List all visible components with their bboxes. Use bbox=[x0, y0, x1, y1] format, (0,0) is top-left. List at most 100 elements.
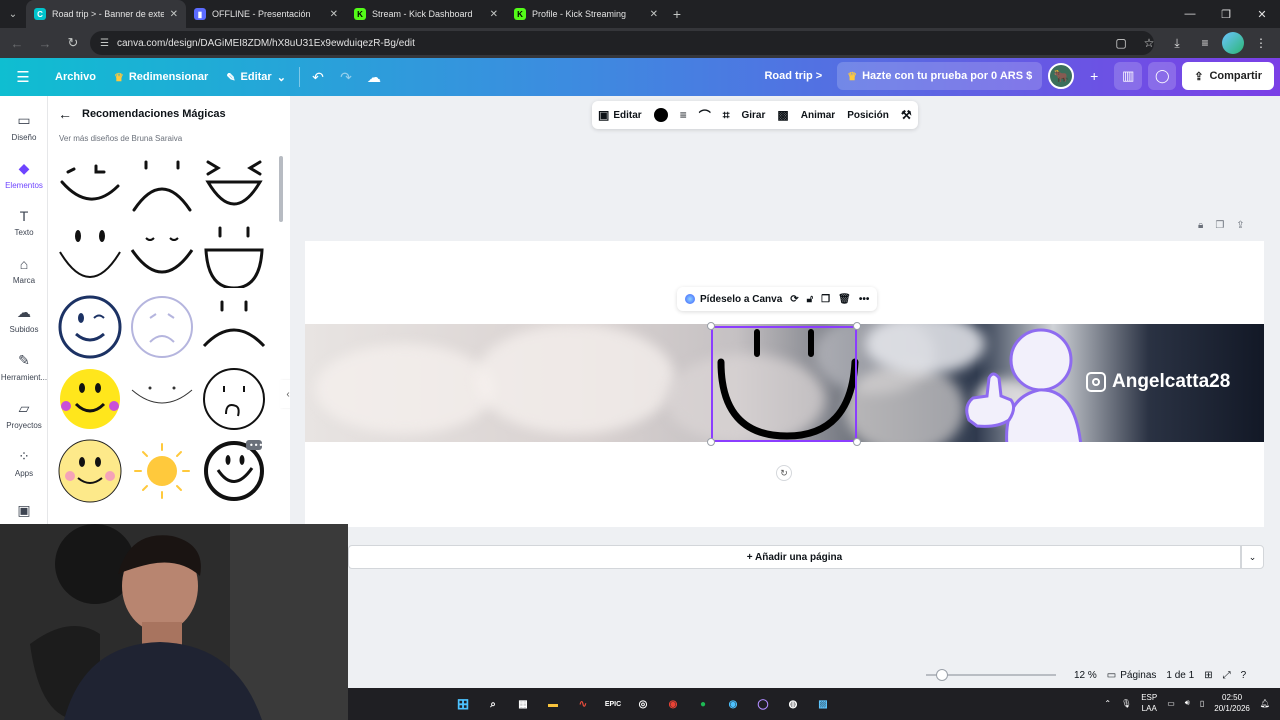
rail-item-design[interactable]: ▭ Diseño bbox=[0, 112, 48, 142]
file-explorer-icon[interactable]: ▬ bbox=[542, 693, 564, 715]
sticker-big-smile[interactable] bbox=[56, 222, 124, 288]
profile-avatar[interactable] bbox=[1222, 32, 1244, 54]
thumbs-up-figure[interactable] bbox=[957, 328, 1087, 442]
app-icon[interactable]: ◯ bbox=[752, 693, 774, 715]
transparency-icon[interactable]: ▩ bbox=[777, 108, 788, 122]
more-options-icon[interactable]: ••• bbox=[859, 294, 870, 305]
rotate-button[interactable]: Girar bbox=[741, 110, 765, 121]
insights-icon[interactable]: ▥ bbox=[1114, 62, 1143, 90]
sticker-thin-smile[interactable] bbox=[128, 366, 196, 432]
sticker-open-grin[interactable] bbox=[200, 222, 268, 290]
search-icon[interactable]: ⌕ bbox=[482, 693, 504, 715]
zoom-level[interactable]: 12 % bbox=[1074, 670, 1097, 681]
zoom-slider[interactable] bbox=[926, 669, 1056, 681]
browser-tab-kick-profile[interactable]: K Profile - Kick Streaming ✕ bbox=[506, 0, 666, 28]
app-icon[interactable]: ∿ bbox=[572, 693, 594, 715]
minimize-icon[interactable]: — bbox=[1172, 0, 1208, 28]
share-button[interactable]: ⇪ Compartir bbox=[1182, 62, 1274, 90]
notifications-icon[interactable]: 🔔︎ bbox=[1260, 699, 1270, 708]
resize-handle[interactable] bbox=[707, 322, 715, 330]
steam-icon[interactable]: ◎ bbox=[632, 693, 654, 715]
rail-item-tools[interactable]: ✎ Herramient... bbox=[0, 352, 48, 382]
undo-icon[interactable]: ↶ bbox=[304, 69, 332, 86]
document-title[interactable]: Road trip > bbox=[755, 70, 831, 82]
help-icon[interactable]: ? bbox=[1241, 670, 1247, 681]
rail-item-elements[interactable]: ◆ Elementos bbox=[0, 160, 48, 190]
back-arrow-icon[interactable]: ← bbox=[58, 106, 72, 122]
resize-handle[interactable] bbox=[853, 438, 861, 446]
sticker-frown[interactable] bbox=[200, 294, 268, 360]
maximize-icon[interactable]: ❐ bbox=[1208, 0, 1244, 28]
sticker-frown-arc[interactable] bbox=[128, 152, 196, 218]
close-tab-icon[interactable]: ✕ bbox=[170, 9, 178, 20]
download-icon[interactable]: ⤓ bbox=[1166, 32, 1188, 54]
rail-item-apps[interactable]: ⁘ Apps bbox=[0, 448, 48, 478]
sticker-sun[interactable] bbox=[128, 438, 196, 504]
tab-search-icon[interactable]: ⌄ bbox=[0, 0, 26, 28]
site-info-icon[interactable]: ☰ bbox=[100, 38, 109, 49]
sticker-content-smile[interactable] bbox=[128, 222, 196, 288]
rail-item-brand[interactable]: ⌂ Marca bbox=[0, 256, 48, 285]
reload-icon[interactable]: ↻ bbox=[62, 32, 84, 54]
position-button[interactable]: Posición bbox=[847, 110, 889, 121]
show-hidden-icons-icon[interactable]: ⌃ bbox=[1104, 699, 1111, 708]
selection-box[interactable] bbox=[711, 326, 857, 442]
resize-handle[interactable] bbox=[853, 322, 861, 330]
add-page-button[interactable]: + Añadir una página bbox=[348, 545, 1241, 569]
microphone-icon[interactable]: 🎙︎ bbox=[1121, 699, 1131, 708]
edit-mode-button[interactable]: ✎ Editar ⌄ bbox=[217, 71, 295, 84]
store-icon[interactable]: ▦ bbox=[512, 693, 534, 715]
duplicate-page-icon[interactable]: ❐ bbox=[1215, 220, 1224, 231]
close-tab-icon[interactable]: ✕ bbox=[650, 9, 658, 20]
comments-icon[interactable]: ◯ bbox=[1148, 62, 1177, 90]
spotify-icon[interactable]: ● bbox=[692, 693, 714, 715]
paint-roller-icon[interactable]: ⚒ bbox=[901, 108, 912, 122]
close-window-icon[interactable]: ✕ bbox=[1244, 0, 1280, 28]
sticker-wink-smile[interactable] bbox=[56, 152, 124, 218]
sticker-hand-drawn-smile[interactable]: ••• bbox=[200, 438, 268, 504]
add-collaborator-icon[interactable]: + bbox=[1080, 68, 1108, 84]
cast-icon[interactable]: ▢ bbox=[1110, 32, 1132, 54]
volume-icon[interactable]: 🔊︎ bbox=[1185, 698, 1190, 708]
bookmark-star-icon[interactable]: ☆ bbox=[1138, 32, 1160, 54]
ask-canva-button[interactable]: Pídeselo a Canva bbox=[685, 294, 782, 305]
close-tab-icon[interactable]: ✕ bbox=[490, 9, 498, 20]
instagram-handle[interactable]: Angelcatta28 bbox=[1086, 371, 1230, 393]
windows-start-icon[interactable]: ⊞ bbox=[452, 693, 474, 715]
grid-view-icon[interactable]: ⊞ bbox=[1204, 670, 1212, 681]
chevron-down-icon[interactable]: ⌄ bbox=[1241, 545, 1264, 569]
close-tab-icon[interactable]: ✕ bbox=[330, 9, 338, 20]
lock-element-icon[interactable]: 🔓︎ bbox=[807, 294, 813, 305]
battery-icon[interactable]: ▯ bbox=[1200, 699, 1204, 708]
menu-icon[interactable]: ☰ bbox=[0, 68, 46, 86]
rail-item-image[interactable]: ▣ bbox=[0, 502, 48, 519]
rail-item-uploads[interactable]: ☁ Subidos bbox=[0, 304, 48, 334]
sticker-wink-circle[interactable] bbox=[56, 294, 124, 360]
resize-button[interactable]: ♛ Redimensionar bbox=[105, 71, 217, 84]
magic-edit-icon[interactable]: ⟳ bbox=[790, 294, 798, 305]
network-icon[interactable]: ▭ bbox=[1167, 699, 1175, 708]
sticker-sketch-sad[interactable] bbox=[200, 366, 268, 432]
pages-button[interactable]: ▭ Páginas bbox=[1107, 670, 1157, 681]
rotate-handle-icon[interactable]: ↻ bbox=[776, 465, 792, 481]
back-icon[interactable]: ← bbox=[6, 32, 28, 54]
sticker-sad-circle[interactable] bbox=[128, 294, 196, 360]
forward-icon[interactable]: → bbox=[34, 32, 56, 54]
browser-tab-canva[interactable]: C Road trip > - Banner de exterio ✕ bbox=[26, 0, 186, 28]
panel-subtitle[interactable]: Ver más diseños de Bruna Saraiva bbox=[59, 134, 182, 143]
playlist-icon[interactable]: ≡ bbox=[1194, 32, 1216, 54]
sticker-blush-smile[interactable] bbox=[56, 438, 124, 504]
chrome-icon[interactable]: ◉ bbox=[662, 693, 684, 715]
crop-icon[interactable]: ⌗ bbox=[723, 108, 730, 123]
lock-icon[interactable]: 🔒︎ bbox=[1198, 220, 1203, 231]
edit-image-button[interactable]: ▣ Editar bbox=[598, 108, 642, 122]
epic-games-icon[interactable]: EPIC bbox=[602, 693, 624, 715]
animate-button[interactable]: Animar bbox=[801, 110, 835, 121]
url-field[interactable]: ☰ canva.com/design/DAGiMEI8ZDM/hX8uU31Ex… bbox=[90, 31, 1154, 55]
app-icon[interactable]: ▨ bbox=[812, 693, 834, 715]
curve-icon[interactable]: ⌒ bbox=[699, 107, 711, 124]
chrome-active-icon[interactable]: ◉ bbox=[722, 693, 744, 715]
rail-item-text[interactable]: T Texto bbox=[0, 208, 48, 237]
language-indicator[interactable]: ESP LAA bbox=[1141, 692, 1157, 714]
rail-item-projects[interactable]: ▱ Proyectos bbox=[0, 400, 48, 430]
